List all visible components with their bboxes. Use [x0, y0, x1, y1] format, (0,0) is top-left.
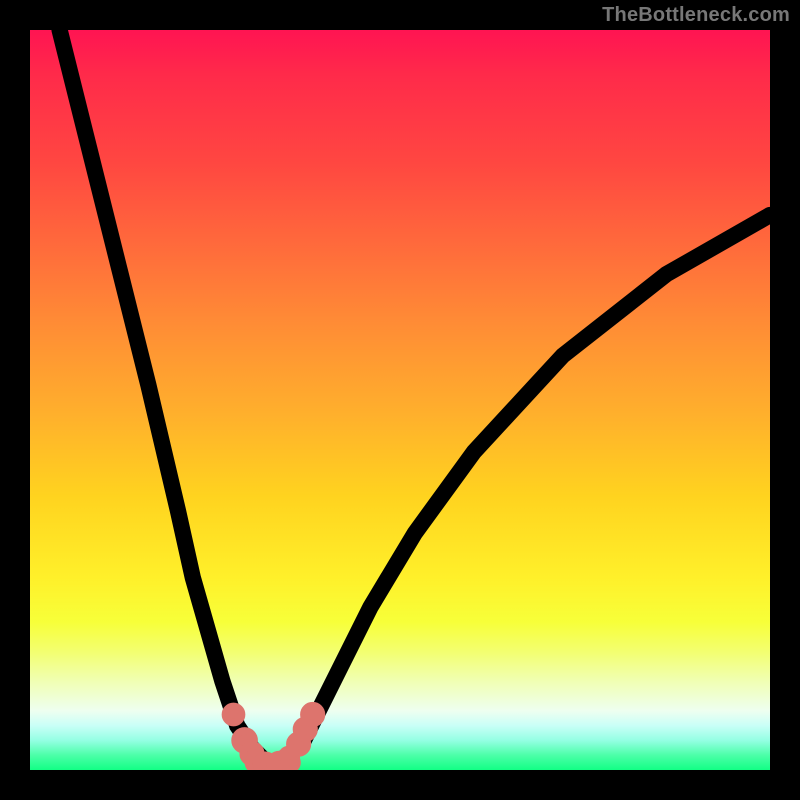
bottleneck-curve-left — [60, 30, 267, 763]
curve-marker — [284, 756, 297, 769]
bottleneck-curve-right — [274, 215, 770, 763]
chart-svg — [30, 30, 770, 770]
curve-markers — [225, 706, 321, 770]
chart-frame: TheBottleneck.com — [0, 0, 800, 800]
plot-area — [30, 30, 770, 770]
watermark-text: TheBottleneck.com — [602, 4, 790, 27]
curve-marker — [225, 706, 241, 722]
curve-marker — [304, 706, 322, 724]
